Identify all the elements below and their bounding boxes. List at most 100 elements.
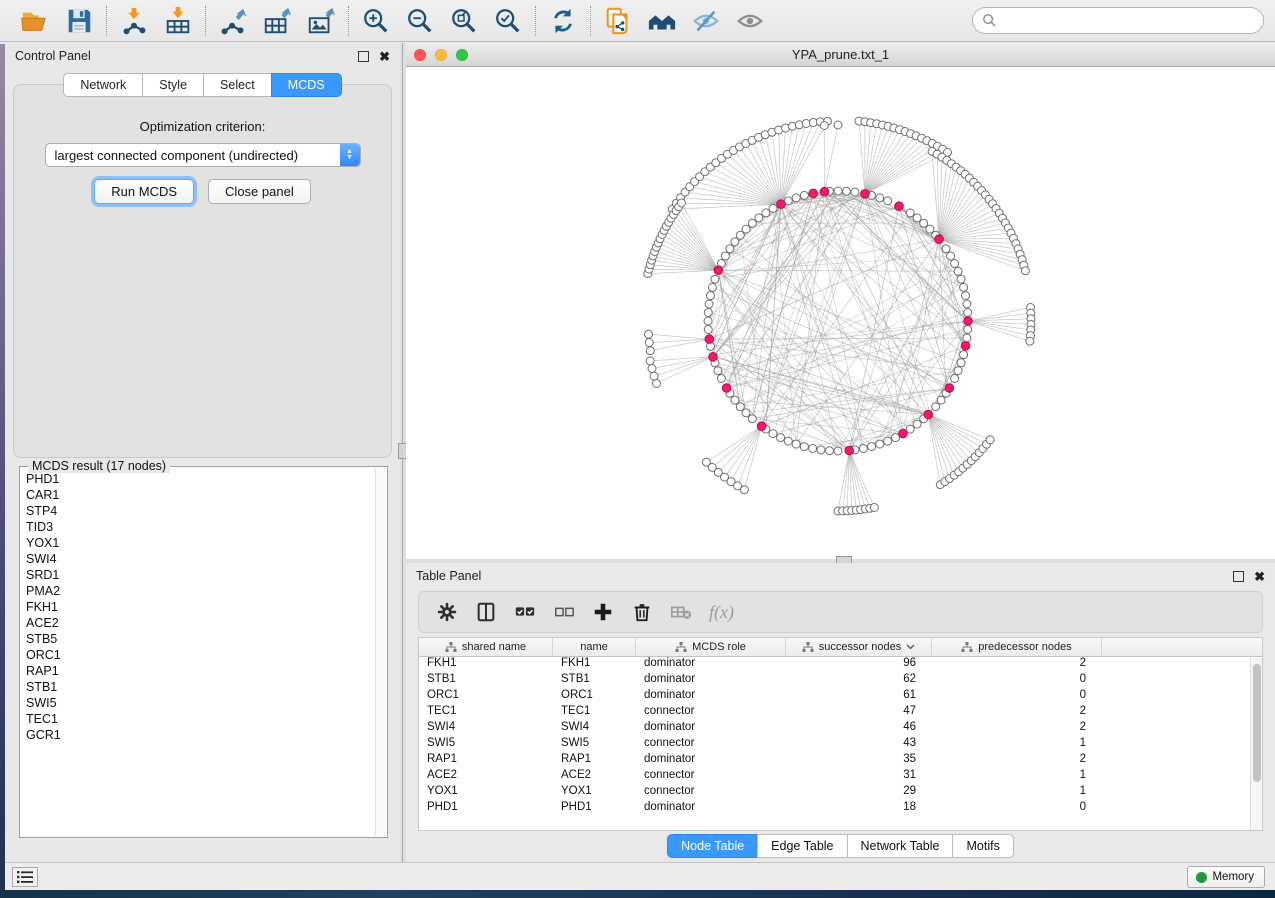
table-row[interactable]: RAP1RAP1dominator352: [419, 753, 1262, 769]
table-cell[interactable]: connector: [636, 769, 786, 785]
float-panel-icon[interactable]: [358, 51, 369, 62]
table-row[interactable]: TEC1TEC1connector472: [419, 705, 1262, 721]
save-icon[interactable]: [64, 6, 94, 36]
zoom-fit-icon[interactable]: [449, 6, 479, 36]
import-network-icon[interactable]: [119, 6, 149, 36]
refresh-icon[interactable]: [548, 6, 578, 36]
table-cell[interactable]: 47: [786, 705, 932, 721]
table-cell[interactable]: 46: [786, 721, 932, 737]
mcds-result-item[interactable]: GCR1: [26, 727, 374, 743]
mcds-result-item[interactable]: ORC1: [26, 647, 374, 663]
mcds-result-item[interactable]: STB5: [26, 631, 374, 647]
table-row[interactable]: YOX1YOX1connector291: [419, 785, 1262, 801]
table-cell[interactable]: 43: [786, 737, 932, 753]
mcds-result-list[interactable]: PHD1CAR1STP4TID3YOX1SWI4SRD1PMA2FKH1ACE2…: [26, 471, 374, 835]
table-cell[interactable]: 29: [786, 785, 932, 801]
add-column-icon[interactable]: [592, 601, 614, 623]
tab-mcds[interactable]: MCDS: [271, 73, 342, 97]
table-cell[interactable]: 1: [932, 769, 1102, 785]
zoom-out-icon[interactable]: [405, 6, 435, 36]
table-cell[interactable]: 2: [932, 753, 1102, 769]
column-header-successor-nodes[interactable]: successor nodes: [786, 638, 932, 656]
table-cell[interactable]: TEC1: [419, 705, 553, 721]
table-cell[interactable]: RAP1: [419, 753, 553, 769]
table-cell[interactable]: 18: [786, 801, 932, 817]
tab-edge-table[interactable]: Edge Table: [757, 834, 846, 858]
first-neighbors-icon[interactable]: [647, 6, 677, 36]
table-cell[interactable]: dominator: [636, 657, 786, 673]
table-cell[interactable]: SWI5: [553, 737, 636, 753]
table-row[interactable]: FKH1FKH1dominator962: [419, 657, 1262, 673]
log-console-button[interactable]: [12, 867, 38, 887]
deselect-all-icon[interactable]: [553, 601, 575, 623]
export-table-icon[interactable]: [262, 6, 292, 36]
column-header-predecessor-nodes[interactable]: predecessor nodes: [932, 638, 1102, 656]
table-cell[interactable]: dominator: [636, 753, 786, 769]
table-scrollbar-thumb[interactable]: [1253, 664, 1261, 782]
memory-button[interactable]: Memory: [1187, 866, 1265, 888]
table-cell[interactable]: PHD1: [553, 801, 636, 817]
table-cell[interactable]: 2: [932, 657, 1102, 673]
mcds-result-item[interactable]: FKH1: [26, 599, 374, 615]
mcds-result-item[interactable]: SWI5: [26, 695, 374, 711]
table-row[interactable]: ORC1ORC1dominator610: [419, 689, 1262, 705]
table-row[interactable]: SWI4SWI4dominator462: [419, 721, 1262, 737]
hide-selected-eye-icon[interactable]: [691, 6, 721, 36]
table-cell[interactable]: FKH1: [419, 657, 553, 673]
mcds-result-item[interactable]: STP4: [26, 503, 374, 519]
zoom-selected-icon[interactable]: [493, 6, 523, 36]
close-panel-button[interactable]: Close panel: [208, 179, 311, 204]
mcds-result-item[interactable]: SWI4: [26, 551, 374, 567]
table-cell[interactable]: 1: [932, 785, 1102, 801]
select-all-icon[interactable]: [514, 601, 536, 623]
show-all-eye-icon[interactable]: [735, 6, 765, 36]
table-cell[interactable]: 31: [786, 769, 932, 785]
mcds-result-item[interactable]: TEC1: [26, 711, 374, 727]
table-cell[interactable]: 0: [932, 689, 1102, 705]
column-header-name[interactable]: name: [553, 638, 636, 656]
mcds-result-item[interactable]: CAR1: [26, 487, 374, 503]
tab-select[interactable]: Select: [203, 73, 271, 97]
table-cell[interactable]: dominator: [636, 673, 786, 689]
table-cell[interactable]: YOX1: [553, 785, 636, 801]
import-table-icon[interactable]: [163, 6, 193, 36]
table-cell[interactable]: 0: [932, 801, 1102, 817]
table-row[interactable]: STB1STB1dominator620: [419, 673, 1262, 689]
settings-gear-icon[interactable]: [436, 601, 458, 623]
table-row[interactable]: SWI5SWI5connector431: [419, 737, 1262, 753]
mcds-result-item[interactable]: RAP1: [26, 663, 374, 679]
mcds-result-item[interactable]: PMA2: [26, 583, 374, 599]
close-table-panel-icon[interactable]: ✖: [1254, 571, 1265, 582]
table-cell[interactable]: ACE2: [553, 769, 636, 785]
table-cell[interactable]: SWI5: [419, 737, 553, 753]
column-chooser-icon[interactable]: [475, 601, 497, 623]
table-cell[interactable]: YOX1: [419, 785, 553, 801]
tab-node-table[interactable]: Node Table: [667, 834, 757, 858]
search-field[interactable]: [972, 7, 1264, 34]
table-cell[interactable]: ACE2: [419, 769, 553, 785]
zoom-in-icon[interactable]: [361, 6, 391, 36]
network-graph-canvas[interactable]: [406, 67, 1275, 562]
table-cell[interactable]: PHD1: [419, 801, 553, 817]
tab-network[interactable]: Network: [63, 73, 142, 97]
mcds-result-item[interactable]: STB1: [26, 679, 374, 695]
table-cell[interactable]: 0: [932, 673, 1102, 689]
tab-style[interactable]: Style: [142, 73, 203, 97]
table-cell[interactable]: 2: [932, 721, 1102, 737]
open-folder-icon[interactable]: [20, 6, 50, 36]
column-header-mcds-role[interactable]: MCDS role: [636, 638, 786, 656]
table-cell[interactable]: dominator: [636, 801, 786, 817]
mcds-result-item[interactable]: YOX1: [26, 535, 374, 551]
mcds-result-item[interactable]: PHD1: [26, 471, 374, 487]
delete-column-trash-icon[interactable]: [631, 601, 653, 623]
table-cell[interactable]: STB1: [553, 673, 636, 689]
table-cell[interactable]: 35: [786, 753, 932, 769]
table-cell[interactable]: 2: [932, 705, 1102, 721]
column-header-shared-name[interactable]: shared name: [419, 638, 553, 656]
export-network-icon[interactable]: [218, 6, 248, 36]
tab-motifs[interactable]: Motifs: [952, 834, 1013, 858]
table-cell[interactable]: SWI4: [553, 721, 636, 737]
table-cell[interactable]: ORC1: [419, 689, 553, 705]
table-cell[interactable]: ORC1: [553, 689, 636, 705]
mcds-result-item[interactable]: ACE2: [26, 615, 374, 631]
